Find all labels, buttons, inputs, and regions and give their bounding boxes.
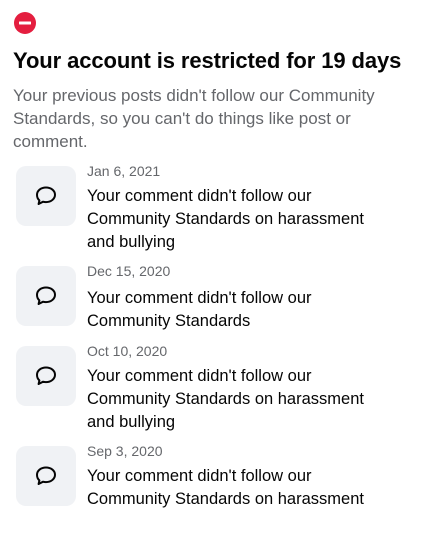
comment-icon-tile xyxy=(16,446,76,506)
comment-icon-tile xyxy=(16,266,76,326)
comment-icon xyxy=(36,466,56,485)
comment-icon xyxy=(36,286,56,305)
list-item[interactable]: Jan 6, 2021 Your comment didn't follow o… xyxy=(16,163,416,266)
violation-text: Your comment didn't follow our Community… xyxy=(87,467,364,508)
restricted-icon xyxy=(14,12,36,34)
page-title: Your account is restricted for 19 days xyxy=(13,48,402,73)
comment-icon xyxy=(36,186,56,205)
list-item[interactable]: Oct 10, 2020 Your comment didn't follow … xyxy=(16,343,416,446)
violation-date: Dec 15, 2020 xyxy=(87,263,171,279)
violation-date: Sep 3, 2020 xyxy=(87,443,163,459)
violation-text: Your comment didn't follow our Community… xyxy=(87,289,312,330)
list-item[interactable]: Sep 3, 2020 Your comment didn't follow o… xyxy=(16,443,416,546)
comment-icon xyxy=(36,366,56,385)
violation-date: Jan 6, 2021 xyxy=(87,163,161,179)
comment-icon-tile xyxy=(16,166,76,226)
violation-date: Oct 10, 2020 xyxy=(87,343,168,359)
violation-text: Your comment didn't follow our Community… xyxy=(87,187,364,251)
comment-icon-tile xyxy=(16,346,76,406)
restriction-description: Your previous posts didn't follow our Co… xyxy=(13,86,375,151)
violation-text: Your comment didn't follow our Community… xyxy=(87,367,364,431)
